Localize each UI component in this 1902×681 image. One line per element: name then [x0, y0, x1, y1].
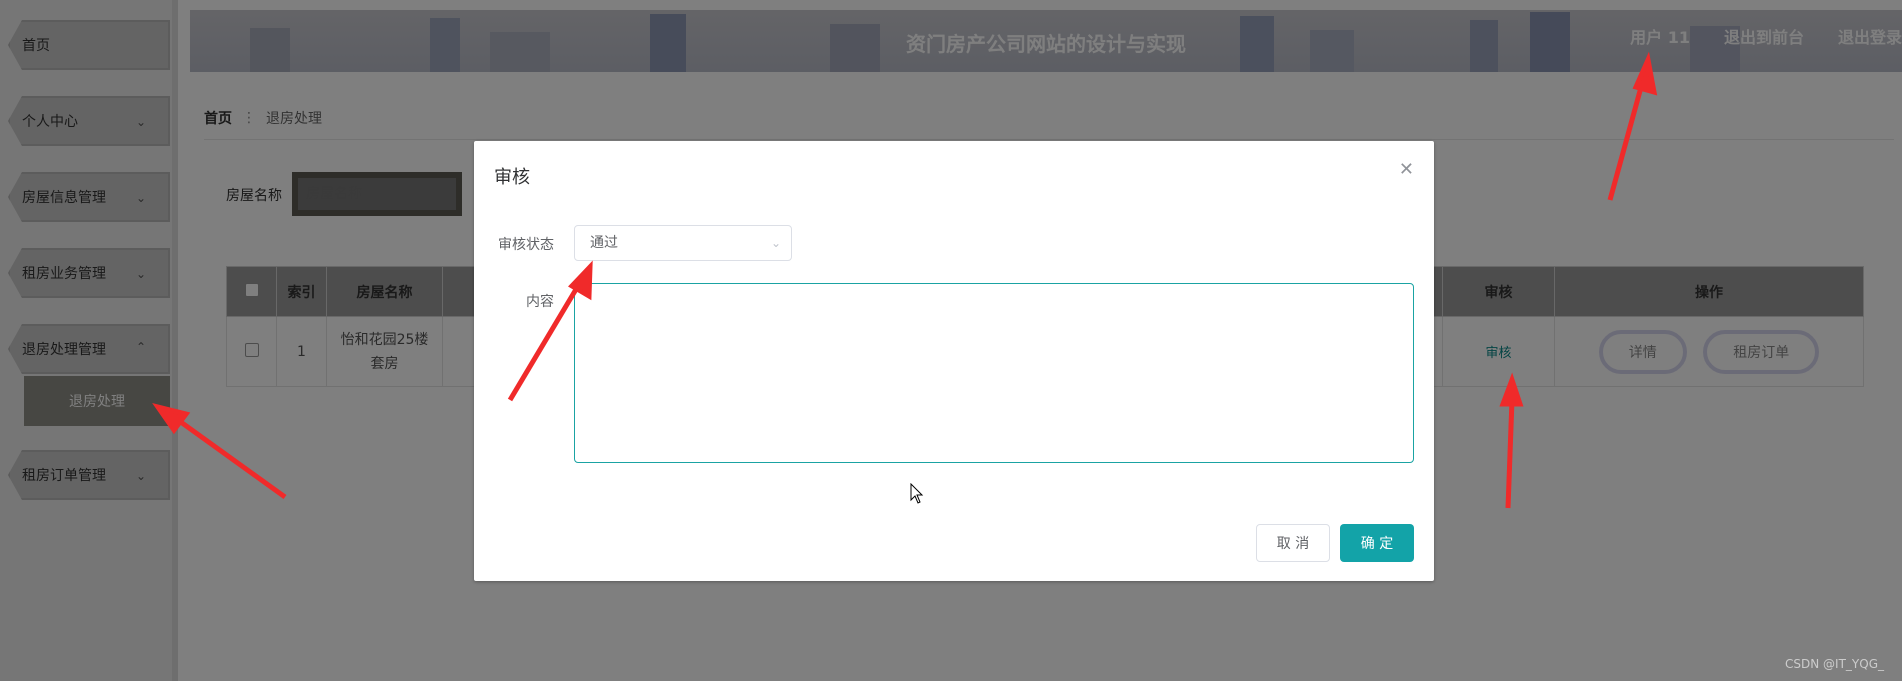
confirm-button[interactable]: 确 定 [1340, 524, 1414, 562]
audit-status-value: 通过 [590, 235, 618, 251]
cancel-button[interactable]: 取 消 [1256, 524, 1330, 562]
chevron-down-icon: ⌄ [770, 236, 781, 250]
close-icon[interactable]: ✕ [1399, 159, 1414, 180]
audit-status-select[interactable]: 通过 ⌄ [574, 225, 792, 261]
watermark: CSDN @IT_YQG_ [1785, 657, 1884, 671]
content-label: 内容 [526, 294, 554, 310]
dialog-title: 审核 [494, 167, 530, 188]
audit-status-label: 审核状态 [498, 237, 554, 253]
content-textarea[interactable] [574, 283, 1414, 463]
audit-dialog: 审核 ✕ 审核状态 通过 ⌄ 内容 取 消 确 定 [474, 141, 1434, 581]
mouse-cursor-icon [910, 483, 924, 504]
